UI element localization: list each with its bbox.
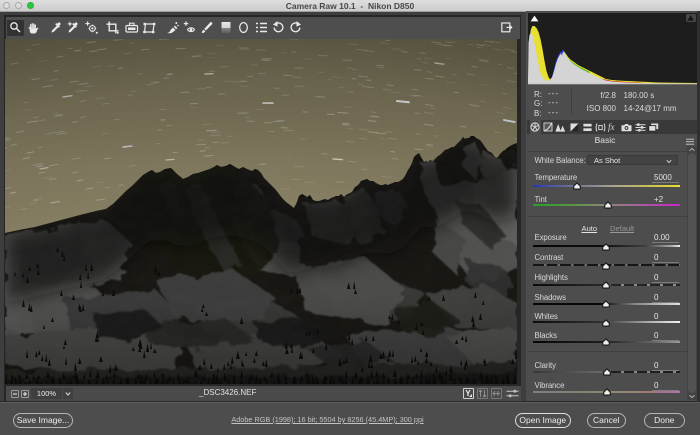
- svg-text:fx: fx: [608, 122, 615, 132]
